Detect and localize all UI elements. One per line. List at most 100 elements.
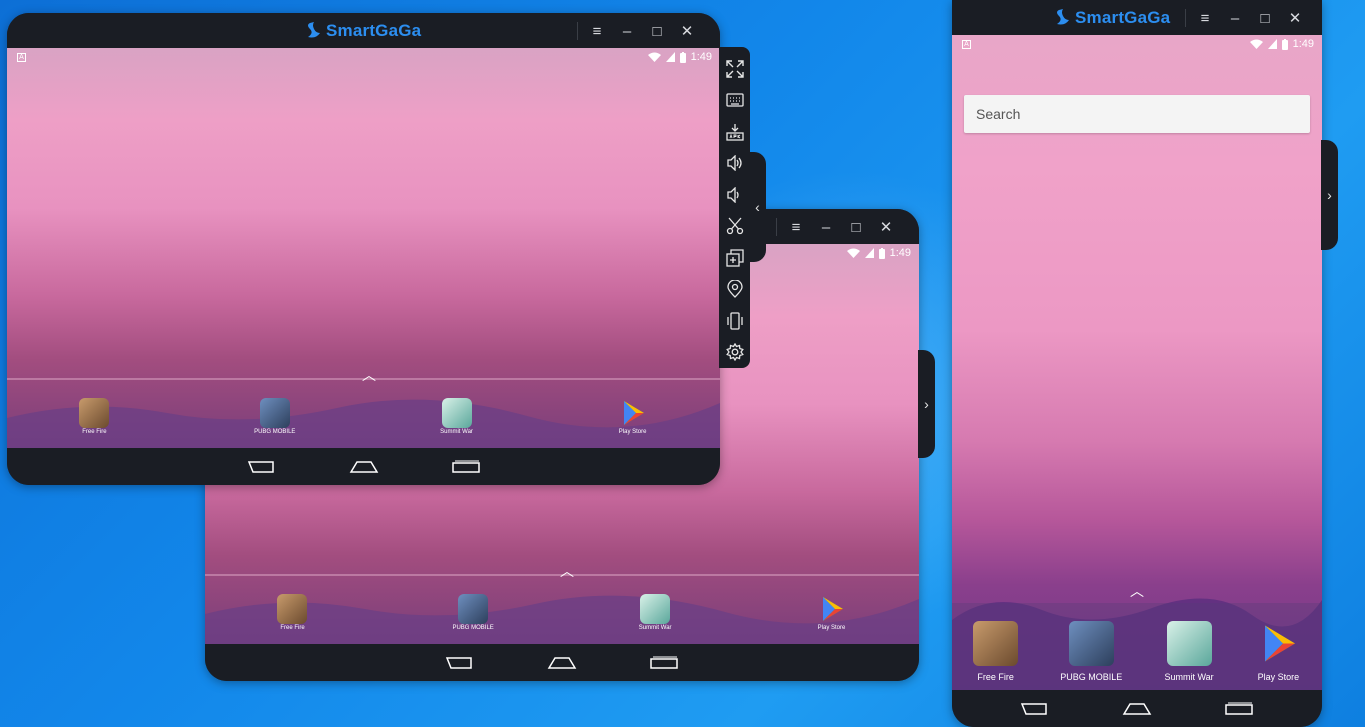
side-toolbar (719, 47, 750, 368)
multi-instance-button[interactable] (722, 242, 748, 274)
maximize-button[interactable]: □ (841, 216, 871, 238)
app-drawer-chevron-icon[interactable]: ︿ (1130, 581, 1144, 601)
keyboard-button[interactable] (722, 85, 748, 117)
summit-war-icon (1166, 621, 1212, 666)
status-time: 1:49 (690, 51, 712, 63)
summit-war-icon (640, 594, 671, 624)
app-drawer-chevron-icon[interactable]: ︿ (560, 561, 574, 581)
expand-toolbar-tab-3[interactable]: › (1321, 140, 1338, 250)
titlebar-1: SmartGaGa ≡ – □ ✕ (7, 13, 720, 48)
recents-icon[interactable] (1224, 702, 1254, 716)
dock: Free Fire PUBG MOBILE Summit War Play St… (7, 398, 720, 435)
free-fire-icon (973, 621, 1019, 666)
app-label: Play Store (817, 625, 846, 631)
chevron-right-icon: › (924, 396, 929, 412)
maximize-button[interactable]: □ (642, 20, 672, 42)
battery-icon (878, 247, 885, 259)
menu-button[interactable]: ≡ (1190, 7, 1220, 29)
multi-instance-icon (725, 249, 744, 267)
recents-icon[interactable] (451, 460, 481, 474)
minimize-button[interactable]: – (1220, 7, 1250, 29)
maximize-button[interactable]: □ (1250, 7, 1280, 29)
app-summit-war[interactable]: Summit War (1165, 621, 1214, 690)
app-play-store[interactable]: Play Store (817, 594, 847, 631)
settings-button[interactable] (722, 337, 748, 369)
app-free-fire[interactable]: Free Fire (277, 594, 308, 631)
home-icon[interactable] (349, 460, 379, 474)
fullscreen-icon (725, 60, 744, 78)
apk-install-icon (725, 123, 744, 141)
app-label: Free Fire (977, 672, 1014, 682)
location-icon (726, 280, 743, 299)
app-drawer-chevron-icon[interactable]: ︿ (362, 365, 376, 385)
screenshot-button[interactable] (722, 211, 748, 243)
app-play-store[interactable]: Play Store (618, 398, 648, 435)
emulator-window-3: SmartGaGa ≡ – □ ✕ A 1:49 Search ︿ Free F… (952, 0, 1322, 727)
close-button[interactable]: ✕ (1280, 7, 1310, 29)
pubg-mobile-icon (259, 398, 290, 428)
menu-button[interactable]: ≡ (582, 20, 612, 42)
app-label: Summit War (440, 429, 473, 435)
status-time: 1:49 (889, 247, 911, 259)
minimize-button[interactable]: – (612, 20, 642, 42)
app-label: PUBG MOBILE (452, 625, 494, 631)
brand-logo: SmartGaGa (1053, 8, 1170, 28)
play-store-icon (1264, 625, 1295, 662)
location-button[interactable] (722, 274, 748, 306)
menu-button[interactable]: ≡ (781, 216, 811, 238)
swan-logo-icon (308, 22, 320, 38)
android-screen-3[interactable]: A 1:49 Search ︿ Free Fire PUBG MOBILE Su… (952, 35, 1322, 690)
chevron-right-icon: › (1327, 187, 1332, 203)
expand-toolbar-tab-2[interactable]: › (918, 350, 935, 458)
shake-icon (726, 312, 743, 330)
minimize-button[interactable]: – (811, 216, 841, 238)
notification-icon: A (17, 53, 26, 62)
close-button[interactable]: ✕ (672, 20, 702, 42)
settings-gear-icon (725, 343, 744, 362)
app-label: Summit War (638, 625, 672, 631)
home-icon[interactable] (1122, 702, 1152, 716)
shake-button[interactable] (722, 305, 748, 337)
app-free-fire[interactable]: Free Fire (973, 621, 1019, 690)
volume-down-icon (726, 186, 739, 203)
back-icon[interactable] (1020, 702, 1050, 716)
recents-icon[interactable] (649, 656, 679, 670)
app-summit-war[interactable]: Summit War (440, 398, 473, 435)
brand-name: SmartGaGa (326, 21, 422, 40)
brand-logo: SmartGaGa (304, 21, 421, 41)
titlebar-3: SmartGaGa ≡ – □ ✕ (952, 0, 1322, 35)
battery-icon (1281, 38, 1288, 50)
volume-down-button[interactable] (722, 179, 748, 211)
app-pubg-mobile[interactable]: PUBG MOBILE (452, 594, 494, 631)
close-button[interactable]: ✕ (871, 216, 901, 238)
nav-bar (7, 448, 720, 485)
install-apk-button[interactable] (722, 116, 748, 148)
wifi-icon (846, 248, 860, 258)
app-summit-war[interactable]: Summit War (639, 594, 672, 631)
app-pubg-mobile[interactable]: PUBG MOBILE (254, 398, 295, 435)
app-label: Free Fire (280, 625, 305, 631)
android-screen-1[interactable]: A 1:49 ︿ Free Fire PUBG MOBILE Summit Wa… (7, 48, 720, 448)
volume-up-button[interactable] (722, 148, 748, 180)
volume-up-icon (726, 155, 742, 172)
app-free-fire[interactable]: Free Fire (79, 398, 110, 435)
home-icon[interactable] (547, 656, 577, 670)
app-label: PUBG MOBILE (1060, 672, 1123, 682)
back-icon[interactable] (445, 656, 475, 670)
play-store-icon (822, 597, 843, 621)
app-pubg-mobile[interactable]: PUBG MOBILE (1060, 621, 1122, 690)
nav-bar (952, 690, 1322, 727)
app-play-store[interactable]: Play Store (1256, 621, 1301, 690)
wifi-icon (1249, 39, 1263, 49)
battery-icon (679, 51, 686, 63)
search-input[interactable]: Search (964, 95, 1310, 133)
fullscreen-button[interactable] (722, 53, 748, 85)
pubg-mobile-icon (1068, 621, 1114, 666)
signal-icon (1267, 39, 1277, 49)
free-fire-icon (277, 594, 308, 624)
back-icon[interactable] (247, 460, 277, 474)
pubg-mobile-icon (458, 594, 489, 624)
swan-logo-icon (1057, 9, 1069, 25)
signal-icon (665, 52, 675, 62)
nav-bar (205, 644, 919, 681)
